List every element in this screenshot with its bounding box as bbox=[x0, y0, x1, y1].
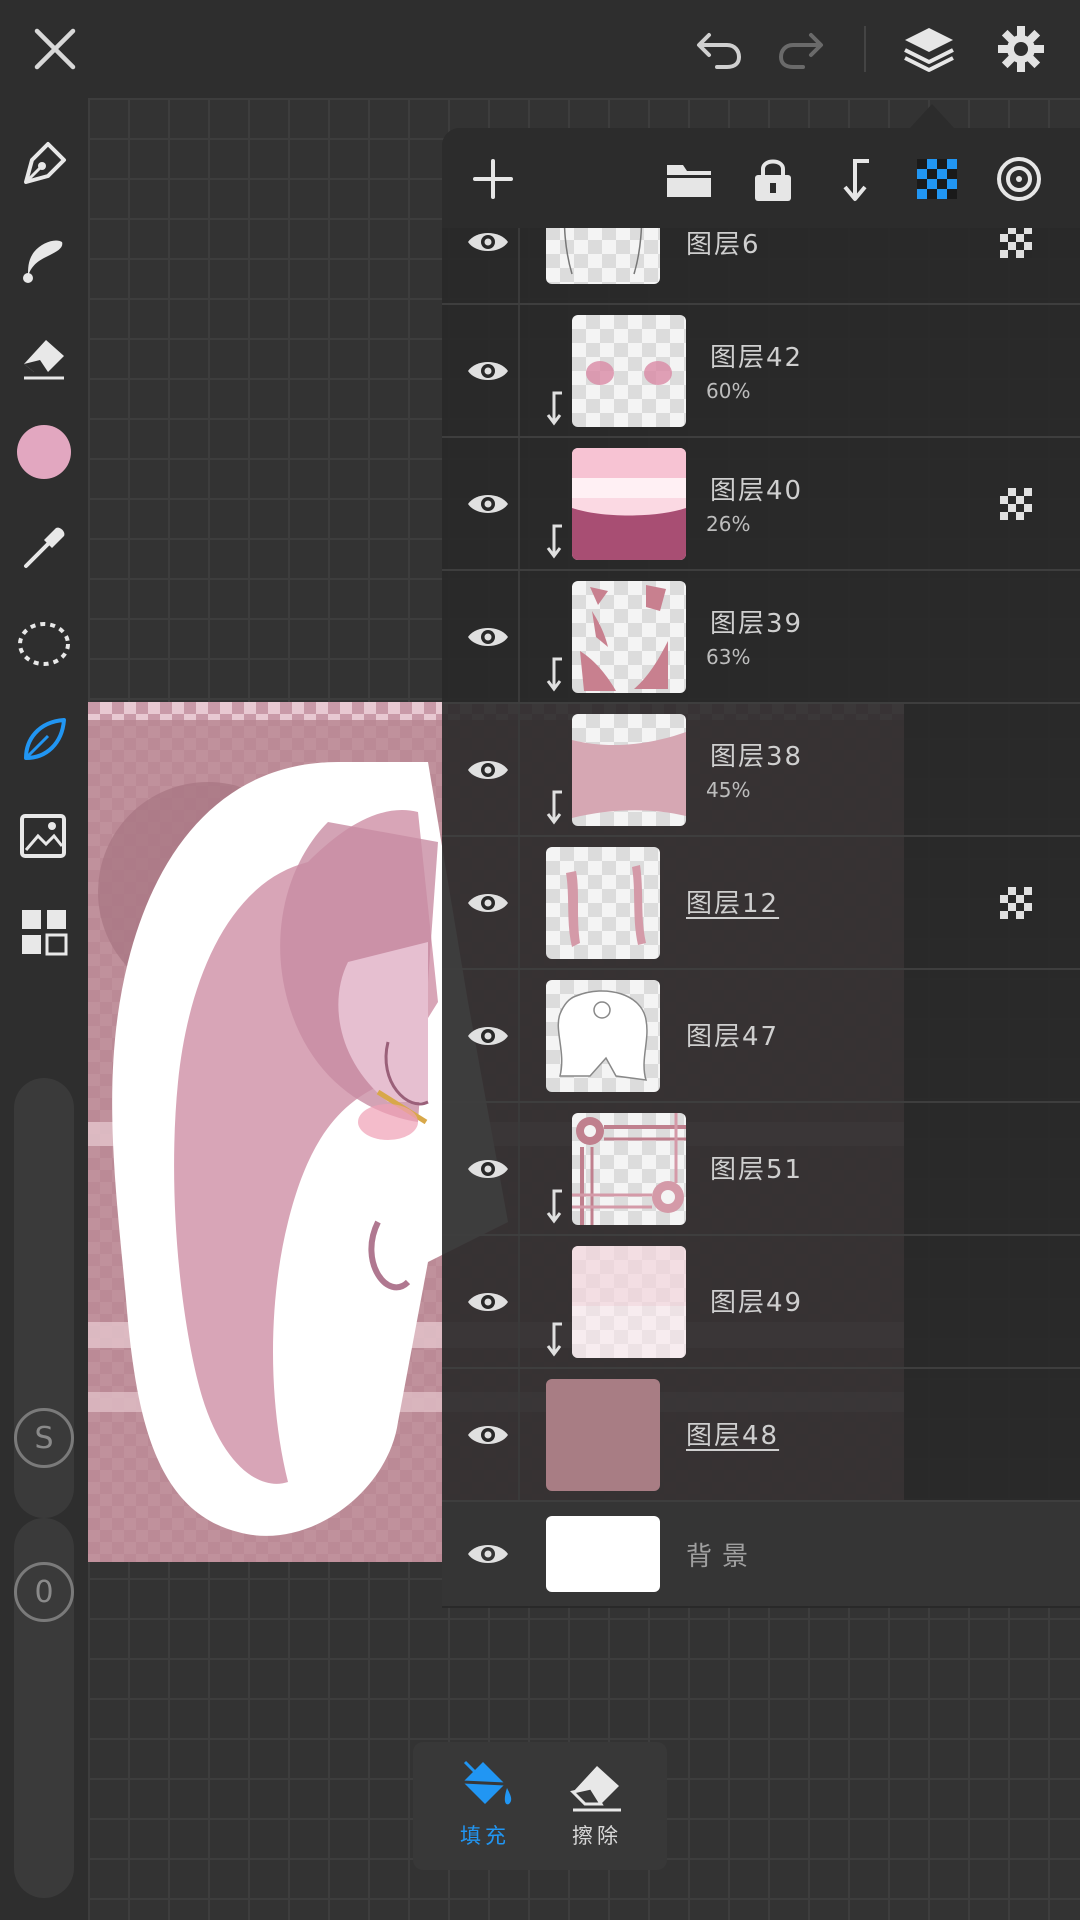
layer-thumbnail bbox=[572, 315, 686, 427]
layer-row[interactable]: 图层6 bbox=[442, 228, 1080, 305]
visibility-eye-icon[interactable] bbox=[456, 1137, 520, 1201]
layer-thumbnail bbox=[572, 1113, 686, 1225]
top-bar bbox=[0, 0, 1080, 98]
layer-row[interactable]: 图层42 60% bbox=[442, 305, 1080, 438]
clip-icon[interactable] bbox=[826, 150, 884, 208]
eraser-icon[interactable] bbox=[12, 324, 76, 388]
layer-name: 图层38 bbox=[710, 742, 804, 772]
layer-row[interactable]: 图层38 45% bbox=[442, 704, 1080, 837]
layer-thumbnail bbox=[572, 581, 686, 693]
alpha-lock-icon[interactable] bbox=[908, 150, 966, 208]
layer-opacity: 63% bbox=[706, 645, 751, 669]
layers-panel: 图层6 图层42 60% 图层40 26% 图层39 63% 图层38 45% … bbox=[442, 128, 1080, 1608]
layer-row[interactable]: 图层48 bbox=[442, 1369, 1080, 1502]
toolbar-divider bbox=[864, 26, 866, 72]
layer-row[interactable]: 图层47 bbox=[442, 970, 1080, 1103]
fill-label: 填充 bbox=[460, 1824, 510, 1848]
layer-name: 图层12 bbox=[686, 889, 780, 919]
erase-label: 擦除 bbox=[572, 1824, 622, 1848]
visibility-eye-icon[interactable] bbox=[456, 472, 520, 536]
fill-button[interactable]: 填充 bbox=[435, 1756, 535, 1860]
layer-name: 图层48 bbox=[686, 1421, 780, 1451]
painting-app: S 0 图层6 图层42 60% 图层40 26% 图层39 63% 图层38 … bbox=[0, 0, 1080, 1920]
clip-arrow-icon bbox=[542, 524, 566, 560]
clip-arrow-icon bbox=[542, 657, 566, 693]
clip-arrow-icon bbox=[542, 790, 566, 826]
image-import-icon[interactable] bbox=[12, 804, 76, 868]
close-icon[interactable] bbox=[22, 16, 88, 82]
opacity-knob[interactable]: 0 bbox=[14, 1562, 74, 1622]
opacity-slider-cap bbox=[14, 1440, 74, 1520]
layers-panel-caret bbox=[910, 104, 954, 128]
visibility-eye-icon[interactable] bbox=[456, 738, 520, 802]
redo-icon[interactable] bbox=[768, 16, 834, 82]
gear-icon[interactable] bbox=[988, 16, 1054, 82]
layer-thumbnail bbox=[572, 714, 686, 826]
layer-row[interactable]: 图层12 bbox=[442, 837, 1080, 970]
layer-row[interactable]: 图层39 63% bbox=[442, 571, 1080, 704]
layer-name: 图层6 bbox=[686, 230, 761, 260]
leaf-brush-icon[interactable] bbox=[12, 708, 76, 772]
clip-arrow-icon bbox=[542, 1322, 566, 1358]
layer-row[interactable]: 图层49 bbox=[442, 1236, 1080, 1369]
layer-thumbnail bbox=[546, 1516, 660, 1592]
erase-button[interactable]: 擦除 bbox=[547, 1756, 647, 1860]
undo-icon[interactable] bbox=[686, 16, 752, 82]
fill-erase-panel: 填充 擦除 bbox=[413, 1742, 667, 1870]
layer-opacity: 26% bbox=[706, 512, 751, 536]
checker-icon bbox=[1000, 488, 1032, 520]
layer-thumbnail bbox=[546, 847, 660, 959]
layer-thumbnail bbox=[546, 228, 660, 284]
opacity-slider[interactable]: 0 bbox=[14, 1518, 74, 1898]
pen-icon[interactable] bbox=[12, 132, 76, 196]
clip-arrow-icon bbox=[542, 391, 566, 427]
layer-opacity: 60% bbox=[706, 379, 751, 403]
layers-icon[interactable] bbox=[896, 16, 962, 82]
layers-toolbar bbox=[442, 128, 1080, 228]
layer-row-background[interactable]: 背景 bbox=[442, 1502, 1080, 1606]
visibility-eye-icon[interactable] bbox=[456, 871, 520, 935]
layer-thumbnail bbox=[546, 980, 660, 1092]
layer-row[interactable]: 图层40 26% bbox=[442, 438, 1080, 571]
layer-thumbnail bbox=[572, 1246, 686, 1358]
layer-thumbnail bbox=[572, 448, 686, 560]
layer-name: 图层42 bbox=[710, 343, 804, 373]
layer-name: 背景 bbox=[686, 1542, 759, 1572]
layer-opacity: 45% bbox=[706, 778, 751, 802]
color-swatch[interactable] bbox=[12, 420, 76, 484]
checker-icon bbox=[1000, 228, 1032, 258]
layer-name: 图层40 bbox=[710, 476, 804, 506]
layer-name: 图层47 bbox=[686, 1022, 780, 1052]
blend-icon[interactable] bbox=[990, 150, 1048, 208]
visibility-eye-icon[interactable] bbox=[456, 339, 520, 403]
visibility-eye-icon[interactable] bbox=[456, 1522, 520, 1586]
grid-icon[interactable] bbox=[12, 900, 76, 964]
folder-icon[interactable] bbox=[660, 150, 718, 208]
layer-name: 图层39 bbox=[710, 609, 804, 639]
layer-name: 图层51 bbox=[710, 1155, 804, 1185]
layer-name: 图层49 bbox=[710, 1288, 804, 1318]
checker-icon bbox=[1000, 887, 1032, 919]
clip-arrow-icon bbox=[542, 1189, 566, 1225]
eraser-icon bbox=[570, 1766, 621, 1812]
lock-icon[interactable] bbox=[744, 150, 802, 208]
visibility-eye-icon[interactable] bbox=[456, 1270, 520, 1334]
visibility-eye-icon[interactable] bbox=[456, 228, 520, 274]
left-toolbar: S 0 bbox=[0, 98, 88, 1920]
add-layer-icon[interactable] bbox=[464, 150, 522, 208]
eyedropper-icon[interactable] bbox=[12, 516, 76, 580]
smudge-icon[interactable] bbox=[12, 228, 76, 292]
lasso-icon[interactable] bbox=[12, 612, 76, 676]
visibility-eye-icon[interactable] bbox=[456, 605, 520, 669]
visibility-eye-icon[interactable] bbox=[456, 1004, 520, 1068]
layer-thumbnail bbox=[546, 1379, 660, 1491]
visibility-eye-icon[interactable] bbox=[456, 1403, 520, 1467]
paint-bucket-icon bbox=[462, 1760, 512, 1805]
layer-row[interactable]: 图层51 bbox=[442, 1103, 1080, 1236]
layer-list: 图层6 图层42 60% 图层40 26% 图层39 63% 图层38 45% … bbox=[442, 228, 1080, 1608]
